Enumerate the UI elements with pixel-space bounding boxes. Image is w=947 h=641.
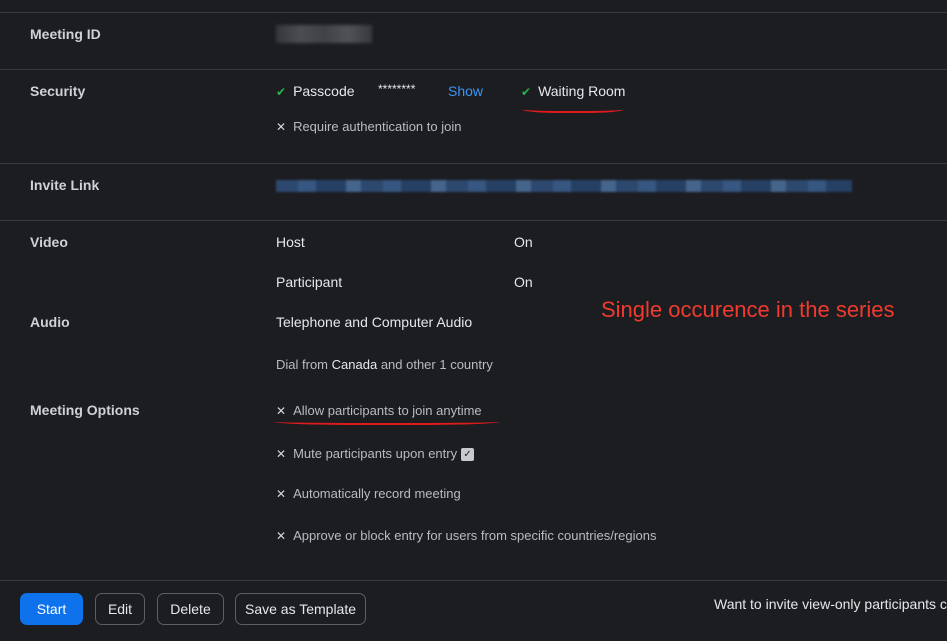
meeting-id-label: Meeting ID (30, 26, 101, 42)
video-participant-label: Participant (276, 274, 343, 290)
video-label: Video (30, 234, 68, 250)
dial-suffix: and other 1 country (380, 357, 493, 372)
auth-label: Require authentication to join (293, 119, 462, 134)
meeting-options-label: Meeting Options (30, 402, 140, 418)
info-icon[interactable]: ✓ (461, 448, 475, 462)
cross-icon: ✕ (276, 487, 287, 501)
security-label: Security (30, 83, 86, 99)
option-label: Automatically record meeting (293, 486, 461, 501)
audio-label: Audio (30, 314, 70, 330)
waiting-room-label: Waiting Room (538, 83, 626, 99)
option-allow-join-anytime: ✕ Allow participants to join anytime (276, 403, 482, 418)
cross-icon: ✕ (276, 447, 287, 461)
check-icon: ✔ (276, 85, 287, 99)
cross-icon: ✕ (276, 404, 287, 418)
option-auto-record: ✕ Automatically record meeting (276, 486, 461, 501)
passcode-setting: ✔ Passcode (276, 83, 355, 99)
audio-value: Telephone and Computer Audio (276, 314, 473, 330)
divider (0, 69, 947, 70)
divider (0, 580, 947, 581)
video-host-label: Host (276, 234, 305, 250)
save-as-template-button[interactable]: Save as Template (235, 593, 366, 625)
cross-icon: ✕ (276, 120, 287, 134)
delete-button[interactable]: Delete (157, 593, 224, 625)
option-label: Approve or block entry for users from sp… (293, 528, 657, 543)
option-label: Allow participants to join anytime (293, 403, 482, 418)
invite-link-label: Invite Link (30, 177, 100, 193)
show-passcode-link[interactable]: Show (448, 83, 483, 99)
passcode-value: ******** (378, 82, 416, 96)
divider (0, 12, 947, 13)
waiting-room-setting: ✔ Waiting Room (521, 83, 625, 99)
dial-country: Canada (331, 357, 378, 372)
start-button[interactable]: Start (20, 593, 83, 625)
option-mute-on-entry: ✕ Mute participants upon entry ✓ (276, 446, 475, 462)
divider (0, 163, 947, 164)
cross-icon: ✕ (276, 529, 287, 543)
invite-view-only-text: Want to invite view-only participants c (714, 596, 947, 612)
video-participant-value: On (514, 274, 533, 290)
passcode-label: Passcode (293, 83, 355, 99)
divider (0, 220, 947, 221)
red-underline-annotation (522, 104, 624, 113)
video-host-value: On (514, 234, 533, 250)
option-label: Mute participants upon entry (293, 446, 458, 461)
red-underline-annotation (274, 417, 500, 425)
meeting-id-value-redacted (276, 25, 372, 43)
edit-button[interactable]: Edit (95, 593, 145, 625)
annotation-text: Single occurence in the series (601, 297, 895, 322)
option-country-restriction: ✕ Approve or block entry for users from s… (276, 528, 657, 543)
check-icon: ✔ (521, 85, 532, 99)
dial-prefix: Dial from (276, 357, 329, 372)
invite-link-value-redacted[interactable] (276, 180, 852, 192)
dial-in-info: Dial from Canada and other 1 country (276, 357, 493, 372)
auth-setting: ✕ Require authentication to join (276, 119, 461, 134)
